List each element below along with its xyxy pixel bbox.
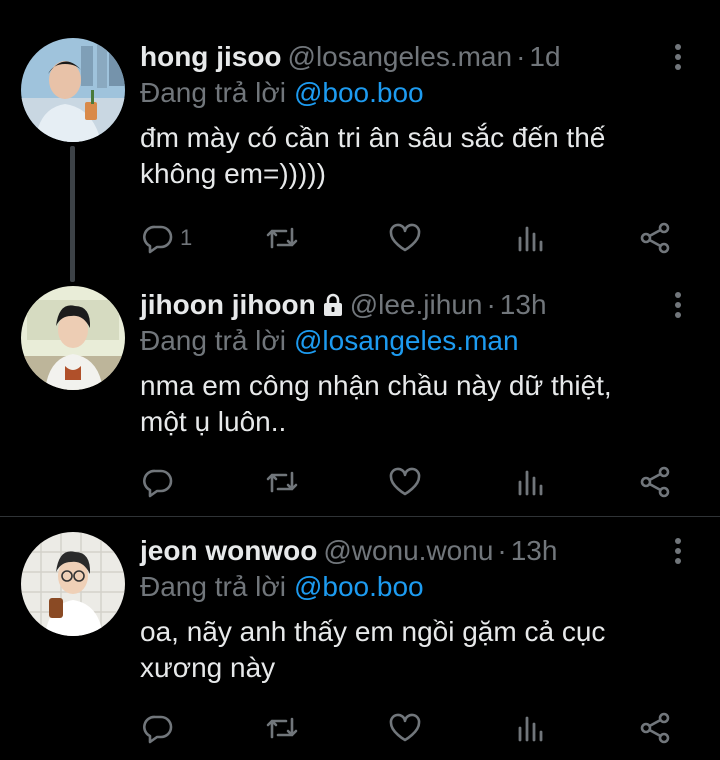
share-button[interactable] <box>638 708 672 748</box>
display-name[interactable]: jihoon jihoon <box>140 289 316 320</box>
more-vertical-icon[interactable] <box>674 538 682 564</box>
retweet-icon <box>266 471 298 493</box>
reply-icon <box>143 225 173 254</box>
reply-button[interactable] <box>142 462 180 502</box>
views-icon <box>518 716 543 742</box>
reply-count: 1 <box>180 225 193 250</box>
tweet-header: jeon wonwoo @wonu.wonu · 13h <box>140 534 557 568</box>
reply-button[interactable]: 1 <box>142 218 192 258</box>
tweet-text-line: nma em công nhận chầu này dữ thiệt, <box>140 370 612 401</box>
views-button[interactable] <box>516 462 546 502</box>
reply-button[interactable] <box>142 708 180 748</box>
share-button[interactable] <box>638 218 672 258</box>
retweet-icon <box>266 227 298 249</box>
views-button[interactable] <box>516 708 546 748</box>
tweet-actions <box>0 708 720 748</box>
tweet-divider <box>0 516 720 517</box>
tweet-text: nma em công nhận chầu này dữ thiệt, một … <box>140 368 700 440</box>
tweet-text-line: không em=))))) <box>140 158 326 189</box>
replying-to-label: Đang trả lời <box>140 325 286 356</box>
share-icon <box>640 222 670 254</box>
share-icon <box>640 712 670 744</box>
lock-icon <box>323 293 342 316</box>
views-icon <box>518 470 543 496</box>
user-handle[interactable]: @losangeles.man <box>288 41 513 72</box>
tweet-text-line: xương này <box>140 652 276 683</box>
separator-dot: · <box>497 535 507 566</box>
reply-icon <box>143 715 173 744</box>
tweet-text-line: oa, nãy anh thấy em ngồi gặm cả cục <box>140 616 606 647</box>
tweet-actions: 1 <box>0 218 720 258</box>
views-button[interactable] <box>516 218 546 258</box>
tweet-header: hong jisoo @losangeles.man · 1d <box>140 40 561 74</box>
share-icon <box>640 466 670 498</box>
replying-to-label: Đang trả lời <box>140 77 286 108</box>
retweet-button[interactable] <box>264 708 300 748</box>
tweet-text-line: đm mày có cần tri ân sâu sắc đến thế <box>140 122 606 153</box>
separator-dot: · <box>486 289 496 320</box>
timestamp[interactable]: 1d <box>529 41 560 72</box>
like-button[interactable] <box>388 708 422 748</box>
mention-link[interactable]: @boo.boo <box>294 571 424 602</box>
heart-icon <box>389 223 421 252</box>
tweet-actions <box>0 462 720 502</box>
replying-to: Đang trả lời @boo.boo <box>140 76 424 110</box>
reply-icon <box>143 469 173 498</box>
user-handle[interactable]: @wonu.wonu <box>323 535 493 566</box>
tweet-text-line: một ụ luôn.. <box>140 406 287 437</box>
like-button[interactable] <box>388 462 422 502</box>
mention-link[interactable]: @losangeles.man <box>294 325 519 356</box>
timestamp[interactable]: 13h <box>511 535 558 566</box>
tweet-item[interactable]: jihoon jihoon @lee.jihun · 13h Đang trả lời… <box>0 286 720 508</box>
retweet-button[interactable] <box>264 218 300 258</box>
mention-link[interactable]: @boo.boo <box>294 77 424 108</box>
display-name[interactable]: jeon wonwoo <box>140 535 317 566</box>
avatar[interactable] <box>21 532 125 636</box>
avatar[interactable] <box>21 286 125 390</box>
like-button[interactable] <box>388 218 422 258</box>
tweet-item[interactable]: jeon wonwoo @wonu.wonu · 13h Đang trả lời @b… <box>0 532 720 754</box>
heart-icon <box>389 467 421 496</box>
separator-dot: · <box>516 41 526 72</box>
more-vertical-icon[interactable] <box>674 44 682 70</box>
tweet-text: đm mày có cần tri ân sâu sắc đến thế khô… <box>140 120 700 192</box>
replying-to: Đang trả lời @losangeles.man <box>140 324 519 358</box>
share-button[interactable] <box>638 462 672 502</box>
tweet-item[interactable]: hong jisoo @losangeles.man · 1d Đang trả lờ… <box>0 38 720 260</box>
more-vertical-icon[interactable] <box>674 292 682 318</box>
replying-to-label: Đang trả lời <box>140 571 286 602</box>
views-icon <box>518 226 543 252</box>
timestamp[interactable]: 13h <box>500 289 547 320</box>
replying-to: Đang trả lời @boo.boo <box>140 570 424 604</box>
retweet-button[interactable] <box>264 462 300 502</box>
tweet-text: oa, nãy anh thấy em ngồi gặm cả cục xươn… <box>140 614 700 686</box>
heart-icon <box>389 713 421 742</box>
tweet-header: jihoon jihoon @lee.jihun · 13h <box>140 288 547 322</box>
display-name[interactable]: hong jisoo <box>140 41 282 72</box>
avatar[interactable] <box>21 38 125 142</box>
user-handle[interactable]: @lee.jihun <box>350 289 483 320</box>
retweet-icon <box>266 717 298 739</box>
